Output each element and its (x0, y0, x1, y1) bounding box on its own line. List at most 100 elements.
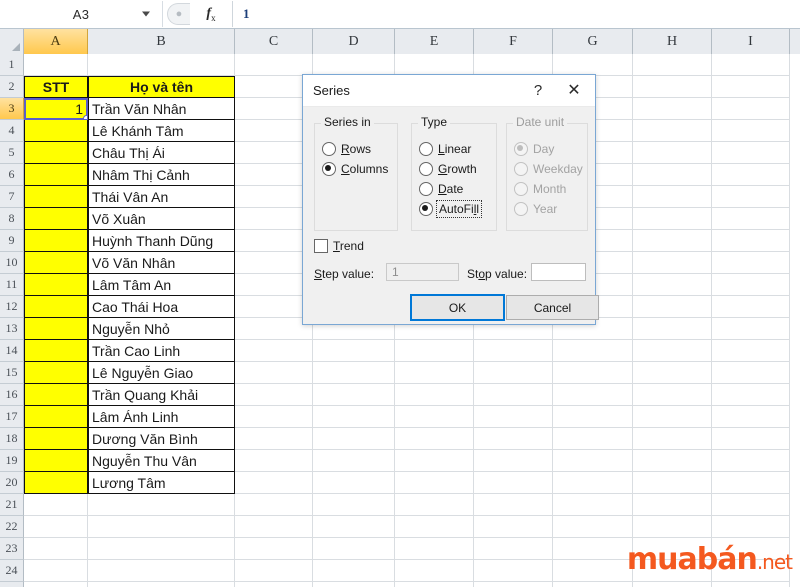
cell-F21[interactable] (474, 494, 553, 516)
cell-G25[interactable] (553, 582, 633, 587)
cell-A2[interactable]: STT (24, 76, 88, 98)
radio-autofill[interactable]: AutoFill (419, 200, 483, 218)
stop-value-input[interactable] (531, 263, 586, 281)
cell-I6[interactable] (712, 164, 790, 186)
row-header-19[interactable]: 19 (0, 450, 24, 472)
column-header-i[interactable]: I (712, 29, 790, 54)
cell-H1[interactable] (633, 54, 712, 76)
cell-I17[interactable] (712, 406, 790, 428)
cell-G19[interactable] (553, 450, 633, 472)
cell-C25[interactable] (235, 582, 313, 587)
cell-D20[interactable] (313, 472, 395, 494)
cell-G15[interactable] (553, 362, 633, 384)
cell-G1[interactable] (553, 54, 633, 76)
cell-H18[interactable] (633, 428, 712, 450)
column-header-h[interactable]: H (633, 29, 712, 54)
cell-F17[interactable] (474, 406, 553, 428)
cell-D22[interactable] (313, 516, 395, 538)
cell-B6[interactable]: Nhâm Thị Cảnh (88, 164, 235, 186)
step-value-input[interactable]: 1 (386, 263, 459, 281)
cell-A24[interactable] (24, 560, 88, 582)
cell-G17[interactable] (553, 406, 633, 428)
cell-D15[interactable] (313, 362, 395, 384)
cell-B20[interactable]: Lương Tâm (88, 472, 235, 494)
cell-F24[interactable] (474, 560, 553, 582)
cell-A11[interactable] (24, 274, 88, 296)
cell-A4[interactable] (24, 120, 88, 142)
cell-H15[interactable] (633, 362, 712, 384)
cell-H19[interactable] (633, 450, 712, 472)
cell-B2[interactable]: Họ và tên (88, 76, 235, 98)
cell-A20[interactable] (24, 472, 88, 494)
cell-F18[interactable] (474, 428, 553, 450)
cell-E19[interactable] (395, 450, 474, 472)
cell-B3[interactable]: Trần Văn Nhân (88, 98, 235, 120)
column-header-c[interactable]: C (235, 29, 313, 54)
cell-B12[interactable]: Cao Thái Hoa (88, 296, 235, 318)
cell-B23[interactable] (88, 538, 235, 560)
cell-A1[interactable] (24, 54, 88, 76)
cell-F1[interactable] (474, 54, 553, 76)
row-header-21[interactable]: 21 (0, 494, 24, 516)
cell-G24[interactable] (553, 560, 633, 582)
cell-E23[interactable] (395, 538, 474, 560)
cell-A8[interactable] (24, 208, 88, 230)
row-header-2[interactable]: 2 (0, 76, 24, 98)
cell-I8[interactable] (712, 208, 790, 230)
cell-A13[interactable] (24, 318, 88, 340)
cell-F22[interactable] (474, 516, 553, 538)
cell-C17[interactable] (235, 406, 313, 428)
cell-D14[interactable] (313, 340, 395, 362)
ok-button[interactable]: OK (410, 294, 505, 321)
column-header-b[interactable]: B (88, 29, 235, 54)
cell-F15[interactable] (474, 362, 553, 384)
cell-H20[interactable] (633, 472, 712, 494)
cell-D1[interactable] (313, 54, 395, 76)
cell-C21[interactable] (235, 494, 313, 516)
row-header-3[interactable]: 3 (0, 98, 24, 120)
cell-I18[interactable] (712, 428, 790, 450)
row-header-23[interactable]: 23 (0, 538, 24, 560)
cell-E20[interactable] (395, 472, 474, 494)
cell-I1[interactable] (712, 54, 790, 76)
cell-H6[interactable] (633, 164, 712, 186)
cell-B5[interactable]: Châu Thị Ái (88, 142, 235, 164)
cell-G20[interactable] (553, 472, 633, 494)
close-icon[interactable]: ✕ (553, 75, 595, 106)
cell-A23[interactable] (24, 538, 88, 560)
cell-E1[interactable] (395, 54, 474, 76)
cell-F20[interactable] (474, 472, 553, 494)
cell-E15[interactable] (395, 362, 474, 384)
row-header-15[interactable]: 15 (0, 362, 24, 384)
row-header-10[interactable]: 10 (0, 252, 24, 274)
cell-A19[interactable] (24, 450, 88, 472)
cell-B17[interactable]: Lâm Ánh Linh (88, 406, 235, 428)
cell-I22[interactable] (712, 516, 790, 538)
cell-H2[interactable] (633, 76, 712, 98)
fx-icon[interactable]: fx (190, 6, 232, 23)
cell-B24[interactable] (88, 560, 235, 582)
cell-A3[interactable]: 1 (24, 98, 88, 120)
cell-G16[interactable] (553, 384, 633, 406)
row-header-13[interactable]: 13 (0, 318, 24, 340)
cell-I9[interactable] (712, 230, 790, 252)
cell-H4[interactable] (633, 120, 712, 142)
cell-E22[interactable] (395, 516, 474, 538)
help-icon[interactable]: ? (523, 82, 553, 99)
cell-I14[interactable] (712, 340, 790, 362)
cell-C15[interactable] (235, 362, 313, 384)
radio-linear[interactable]: Linear (419, 142, 471, 156)
radio-date[interactable]: Date (419, 182, 463, 196)
row-header-8[interactable]: 8 (0, 208, 24, 230)
cell-D18[interactable] (313, 428, 395, 450)
radio-growth[interactable]: Growth (419, 162, 477, 176)
cell-H14[interactable] (633, 340, 712, 362)
cell-B1[interactable] (88, 54, 235, 76)
cell-I4[interactable] (712, 120, 790, 142)
cell-B15[interactable]: Lê Nguyễn Giao (88, 362, 235, 384)
cell-G14[interactable] (553, 340, 633, 362)
cell-C23[interactable] (235, 538, 313, 560)
column-header-a[interactable]: A (24, 29, 88, 54)
row-header-16[interactable]: 16 (0, 384, 24, 406)
cell-A22[interactable] (24, 516, 88, 538)
